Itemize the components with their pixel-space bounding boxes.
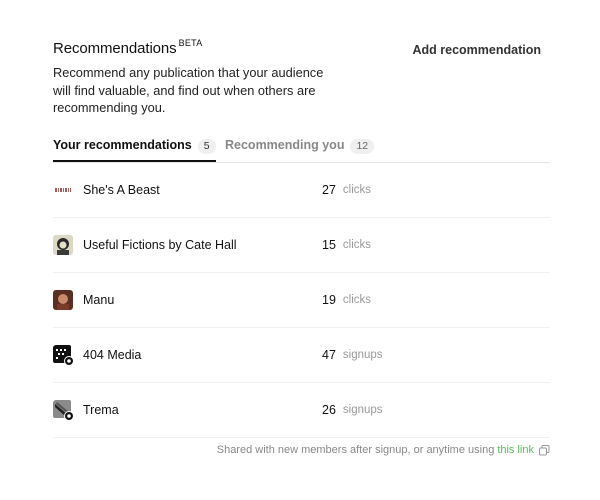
metric: 47 signups — [322, 328, 383, 382]
metric-count: 19 — [322, 293, 336, 307]
tab-bar: Your recommendations 5 Recommending you … — [53, 138, 550, 163]
metric-count: 26 — [322, 403, 336, 417]
list-item[interactable]: Manu 19 clicks — [53, 273, 550, 328]
publication-name: Useful Fictions by Cate Hall — [83, 238, 237, 252]
add-recommendation-button[interactable]: Add recommendation — [413, 43, 542, 57]
copy-icon[interactable] — [539, 444, 550, 456]
metric-unit: clicks — [342, 294, 372, 306]
metric-count: 15 — [322, 238, 336, 252]
tab-label: Your recommendations — [53, 138, 192, 152]
tab-recommending-you[interactable]: Recommending you 12 — [225, 138, 375, 161]
beta-badge: BETA — [178, 38, 203, 48]
metric: 19 clicks — [322, 273, 371, 327]
she-is-a-beast-logo-icon — [53, 180, 73, 200]
list-item[interactable]: Trema 26 signups — [53, 383, 550, 438]
list-item[interactable]: Useful Fictions by Cate Hall 15 clicks — [53, 218, 550, 273]
tab-count-badge: 5 — [197, 139, 216, 154]
share-link[interactable]: this link — [497, 444, 534, 456]
metric: 26 signups — [322, 383, 383, 437]
recommendations-list: She's A Beast 27 clicks Useful Fictions … — [53, 163, 550, 438]
useful-fictions-logo-icon — [53, 235, 73, 255]
publication-name: Trema — [83, 403, 119, 417]
tab-label: Recommending you — [225, 138, 345, 152]
footer-text: Shared with new members after signup, or… — [216, 444, 495, 456]
metric-count: 47 — [322, 348, 336, 362]
manu-avatar-icon — [53, 290, 73, 310]
publication-name: 404 Media — [83, 348, 142, 362]
metric: 15 clicks — [322, 218, 371, 272]
tab-your-recommendations[interactable]: Your recommendations 5 — [53, 138, 216, 162]
list-item[interactable]: She's A Beast 27 clicks — [53, 163, 550, 218]
metric-count: 27 — [322, 183, 336, 197]
recommendations-header: Recommendations BETA Add recommendation … — [53, 38, 553, 117]
metric-unit: signups — [342, 349, 383, 361]
metric-unit: clicks — [342, 184, 372, 196]
metric: 27 clicks — [322, 163, 371, 217]
footer-note: Shared with new members after signup, or… — [217, 444, 550, 456]
list-item[interactable]: 404 Media 47 signups — [53, 328, 550, 383]
page-description: Recommend any publication that your audi… — [53, 65, 324, 115]
404-media-logo-icon — [53, 345, 73, 365]
tab-count-badge: 12 — [350, 139, 375, 154]
page-title: Recommendations BETA — [53, 38, 203, 57]
page-title-text: Recommendations — [53, 40, 177, 57]
metric-unit: clicks — [342, 239, 372, 251]
publication-name: She's A Beast — [83, 183, 160, 197]
metric-unit: signups — [342, 404, 383, 416]
trema-logo-icon — [53, 400, 73, 420]
publication-name: Manu — [83, 293, 115, 307]
